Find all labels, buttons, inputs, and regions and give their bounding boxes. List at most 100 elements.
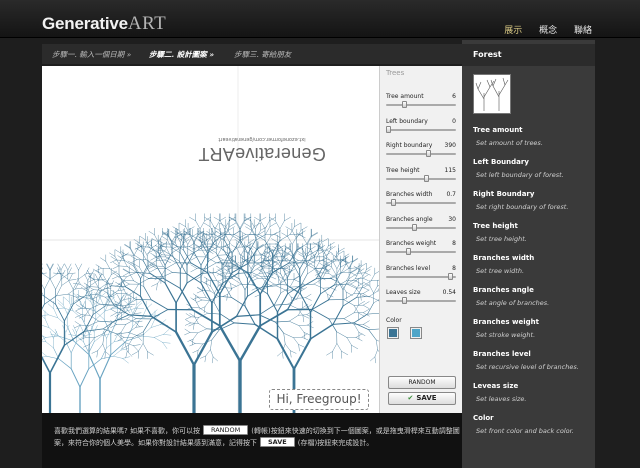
nav-contact[interactable]: 聯絡 xyxy=(574,26,592,36)
save-button-label: SAVE xyxy=(416,394,437,402)
slider-branches-width[interactable]: Branches width 0.7 xyxy=(386,191,458,211)
front-color-fill xyxy=(389,329,397,337)
slider-track[interactable] xyxy=(386,202,456,204)
slider-label: Branches level xyxy=(386,264,431,272)
top-bar: GenerativeART 展示 概念 聯絡 xyxy=(0,0,640,38)
inline-save-button[interactable]: SAVE xyxy=(260,437,295,447)
slider-right-boundary[interactable]: Right boundary 390 xyxy=(386,142,458,162)
slider-branches-weight[interactable]: Branches weight 8 xyxy=(386,240,458,260)
slider-track[interactable] xyxy=(386,153,456,155)
controls-title: Trees xyxy=(386,69,405,77)
slider-thumb[interactable] xyxy=(402,101,407,108)
slider-track[interactable] xyxy=(386,128,456,131)
slider-value: 30 xyxy=(448,215,456,223)
help-item: Left Boundary Set left boundary of forest… xyxy=(473,158,593,179)
nav-concept[interactable]: 概念 xyxy=(539,26,557,36)
instructions-line-1: 喜歡我們選算的結果嗎? 如果不喜歡，你可以按 RANDOM (轉帳)按鈕來快速的切換… xyxy=(54,425,460,437)
help-item-description: Set right boundary of forest. xyxy=(476,203,569,211)
signature-box: Hi, Freegroup! xyxy=(269,389,369,410)
help-item-description: Set recursive level of branches. xyxy=(476,363,579,371)
nav-showcase[interactable]: 展示 xyxy=(504,26,522,36)
help-item-description: Set front color and back color. xyxy=(476,427,574,435)
save-button[interactable]: ✔ SAVE xyxy=(388,392,456,405)
slider-thumb[interactable] xyxy=(386,125,391,133)
slider-thumb[interactable] xyxy=(448,272,453,280)
slider-thumb[interactable] xyxy=(412,223,417,231)
slider-tree-amount[interactable]: Tree amount 6 xyxy=(386,93,458,113)
slider-value: 115 xyxy=(444,166,456,174)
slider-label: Branches width xyxy=(386,191,433,198)
slider-value: 0.54 xyxy=(442,289,456,296)
help-item-heading: Color xyxy=(473,414,494,422)
help-item-description: Set tree width. xyxy=(476,267,525,275)
help-item-description: Set angle of branches. xyxy=(476,299,550,307)
inline-random-button[interactable]: RANDOM xyxy=(202,425,249,435)
help-item-heading: Left Boundary xyxy=(473,158,529,166)
front-color-swatch[interactable] xyxy=(387,327,399,339)
slider-thumb[interactable] xyxy=(424,174,429,182)
help-item: Branches angle Set angle of branches. xyxy=(473,286,593,307)
instructions-line-2: 案，來符合你的個人美學。如果你對設計結果感到滿意，記得按下 SAVE (存檔)按鈕來… xyxy=(54,437,373,449)
back-color-swatch[interactable] xyxy=(410,327,422,339)
logo-main: Generative xyxy=(42,14,128,33)
slider-track[interactable] xyxy=(386,104,456,106)
slider-label: Leaves size xyxy=(386,289,421,296)
help-item-description: Set leaves size. xyxy=(476,395,527,403)
help-item-heading: Tree height xyxy=(473,222,518,230)
slider-thumb[interactable] xyxy=(402,297,407,304)
random-button[interactable]: RANDOM xyxy=(388,376,456,389)
slider-track[interactable] xyxy=(386,226,456,229)
slider-label: Tree amount xyxy=(386,93,424,100)
slider-value: 8 xyxy=(452,264,456,272)
controls-panel: Trees Tree amount 6 Left boundary 0 Right bo… xyxy=(379,66,462,413)
slider-track[interactable] xyxy=(386,300,456,302)
help-item-heading: Branches weight xyxy=(473,318,539,326)
slider-thumb[interactable] xyxy=(426,150,431,157)
slider-branches-level[interactable]: Branches level 8 xyxy=(386,265,458,285)
step-bar: 步驟一. 輸入一個日期 » 步驟二. 設計圖案 » 步驟三. 寄給朋友 xyxy=(42,44,462,64)
slider-label: Branches weight xyxy=(386,240,437,247)
help-item: Color Set front color and back color. xyxy=(473,414,593,435)
slider-track[interactable] xyxy=(386,177,456,180)
help-item-heading: Right Boundary xyxy=(473,190,535,198)
help-item: Right Boundary Set right boundary of fore… xyxy=(473,190,593,211)
help-item-heading: Branches width xyxy=(473,254,535,262)
slider-thumb[interactable] xyxy=(406,248,411,255)
forest-thumbnail xyxy=(473,74,511,114)
slider-track[interactable] xyxy=(386,275,456,278)
help-item: Tree height Set tree height. xyxy=(473,222,593,243)
instructions-text-1a: 喜歡我們選算的結果嗎? 如果不喜歡，你可以按 xyxy=(54,427,200,435)
color-label: Color xyxy=(386,317,402,324)
help-item-description: Set left boundary of forest. xyxy=(476,171,564,179)
slider-track[interactable] xyxy=(386,251,456,253)
slider-tree-height[interactable]: Tree height 115 xyxy=(386,167,458,187)
slider-left-boundary[interactable]: Left boundary 0 xyxy=(386,118,458,138)
slider-value: 0 xyxy=(452,117,456,125)
forest-thumbnail-icon xyxy=(475,77,509,111)
mirrored-caption: GenerativeART ixt.ezoneformer.com/genera… xyxy=(162,136,362,164)
help-item: Branches level Set recursive level of bra… xyxy=(473,350,593,371)
help-item-heading: Branches angle xyxy=(473,286,534,294)
site-logo[interactable]: GenerativeART xyxy=(42,13,166,35)
art-canvas[interactable]: GenerativeART ixt.ezoneformer.com/genera… xyxy=(42,66,379,413)
slider-value: 8 xyxy=(452,240,456,247)
mirrored-subtitle: ixt.ezoneformer.com/generativeart xyxy=(218,136,306,142)
slider-value: 390 xyxy=(444,142,456,149)
slider-branches-angle[interactable]: Branches angle 30 xyxy=(386,216,458,236)
help-item: Branches weight Set stroke weight. xyxy=(473,318,593,339)
slider-label: Left boundary xyxy=(386,117,428,125)
help-item-heading: Leveas size xyxy=(473,382,519,390)
step-1[interactable]: 步驟一. 輸入一個日期 » xyxy=(52,49,131,60)
slider-value: 0.7 xyxy=(446,191,456,198)
mirrored-title: GenerativeART xyxy=(198,144,326,164)
slider-label: Tree height xyxy=(386,166,420,174)
top-nav: 展示 概念 聯絡 xyxy=(490,23,592,36)
step-2[interactable]: 步驟二. 設計圖案 » xyxy=(149,49,214,60)
slider-thumb[interactable] xyxy=(391,199,396,206)
step-3[interactable]: 步驟三. 寄給朋友 xyxy=(234,49,291,60)
help-item: Leveas size Set leaves size. xyxy=(473,382,593,403)
help-item-heading: Branches level xyxy=(473,350,531,358)
instructions-text-2b: (存檔)按鈕來完成設計。 xyxy=(297,439,374,447)
slider-leaves-size[interactable]: Leaves size 0.54 xyxy=(386,289,458,309)
slider-label: Branches angle xyxy=(386,215,433,223)
